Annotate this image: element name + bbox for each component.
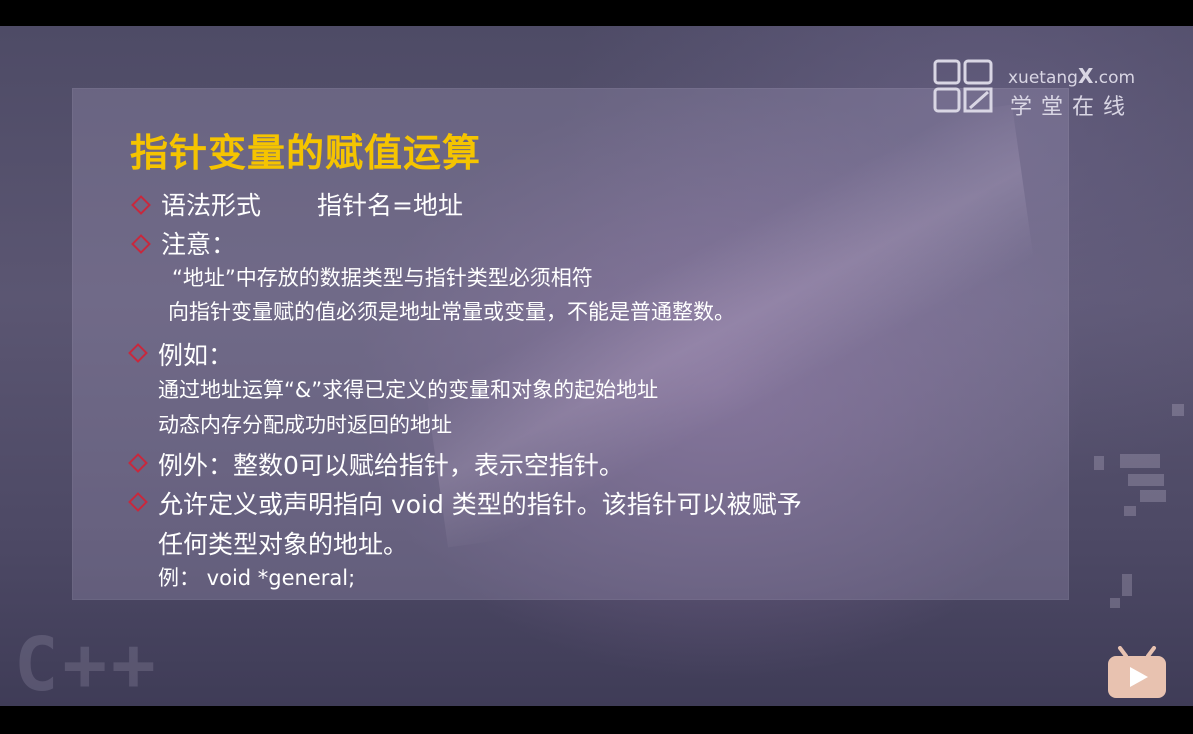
slide-title: 指针变量的赋值运算 xyxy=(130,131,482,175)
example-line: 动态内存分配成功时返回的地址 xyxy=(158,413,452,437)
note-line: 向指针变量赋的值必须是地址常量或变量，不能是普通整数。 xyxy=(168,300,735,324)
note-line: “地址”中存放的数据类型与指针类型必须相符 xyxy=(172,266,593,290)
xuetangx-logo-icon xyxy=(933,59,993,113)
tv-player-icon[interactable] xyxy=(1106,646,1168,700)
void-example: 例： void *general; xyxy=(158,566,356,590)
pixel-decoration xyxy=(1122,574,1132,596)
syntax-line: 语法形式 指针名=地址 xyxy=(161,186,463,222)
syntax-value: 指针名=地址 xyxy=(317,191,463,220)
pixel-decoration xyxy=(1124,506,1136,516)
logo-chinese-name: 学堂在线 xyxy=(1010,95,1135,120)
logo-domain: xuetangX.com xyxy=(1008,64,1136,88)
void-line: 任何类型对象的地址。 xyxy=(158,530,409,559)
void-line: 允许定义或声明指向 void 类型的指针。该指针可以被赋予 xyxy=(158,490,802,519)
pixel-decoration xyxy=(1128,474,1164,486)
cpp-watermark: C++ xyxy=(14,622,160,706)
exception-line: 例外：整数0可以赋给指针，表示空指针。 xyxy=(158,451,624,480)
pixel-decoration xyxy=(1172,404,1184,416)
example-line: 通过地址运算“&”求得已定义的变量和对象的起始地址 xyxy=(158,378,659,402)
note-label: 注意： xyxy=(161,230,237,259)
pixel-decoration xyxy=(1140,490,1166,502)
pixel-decoration xyxy=(1094,456,1104,470)
xuetangx-logo: xuetangX.com 学堂在线 xyxy=(928,56,1148,120)
pixel-decoration xyxy=(1110,598,1120,608)
example-label: 例如： xyxy=(158,341,234,370)
video-frame: C++ xuetangX.com 学堂在线 指针变量的赋值运算 语法形式 指针名… xyxy=(0,0,1193,734)
pixel-decoration xyxy=(1120,454,1160,468)
slide-stage: C++ xuetangX.com 学堂在线 指针变量的赋值运算 语法形式 指针名… xyxy=(0,26,1193,706)
syntax-label: 语法形式 xyxy=(161,191,262,220)
